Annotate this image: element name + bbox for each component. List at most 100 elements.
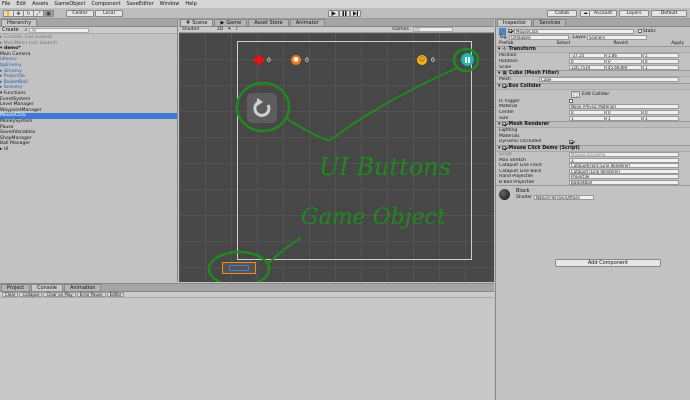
layers-dropdown[interactable]: Layers	[619, 10, 649, 17]
edit-collider-button[interactable]: ⛶	[571, 90, 580, 98]
tab-inspector[interactable]: Inspector	[497, 19, 533, 26]
gizmos-dropdown[interactable]: Gizmos	[392, 27, 409, 32]
pause-icon	[342, 11, 347, 16]
console-tabbar: Project Console Animation	[0, 284, 494, 292]
2d-toggle[interactable]: 2D	[217, 27, 223, 32]
play-button[interactable]	[328, 10, 339, 17]
mesh-field[interactable]: Cube	[539, 77, 679, 83]
ball-projectile-field[interactable]: BasketBall	[569, 179, 679, 185]
pivot-center-button[interactable]: Center	[66, 10, 94, 17]
box-collider-enabled-checkbox[interactable]	[502, 84, 507, 89]
menu-window[interactable]: Window	[160, 1, 180, 7]
material-label: Material	[499, 104, 518, 110]
menu-help[interactable]: Help	[185, 1, 196, 7]
dynamic-occluded-checkbox[interactable]	[569, 139, 573, 144]
prefab-select-button[interactable]: Select	[556, 41, 570, 46]
tab-animation[interactable]: Animation	[63, 284, 102, 291]
mesh-filter-header[interactable]: ▾ ▦ Cube (Mesh Filter)	[496, 69, 690, 77]
scene-viewport[interactable]: 0 ● 0 ☺ 0 UI Buttons Game Object	[179, 33, 494, 282]
rotation-y-field[interactable]: 0	[606, 59, 642, 65]
hand-projectile-field[interactable]: Projectile	[569, 174, 679, 180]
center-x-field[interactable]: 0	[569, 110, 605, 116]
shading-dropdown[interactable]: Shaded	[182, 27, 199, 32]
mesh-renderer-enabled-checkbox[interactable]	[502, 122, 507, 127]
center-z-field[interactable]: 0	[643, 110, 679, 116]
script-enabled-checkbox[interactable]	[502, 146, 507, 151]
static-checkbox[interactable]	[638, 29, 642, 33]
scale-z-field[interactable]: 1	[643, 64, 679, 70]
material-field[interactable]: None (Physic Material)	[569, 104, 679, 110]
prefab-apply-button[interactable]: Apply	[671, 41, 684, 46]
object-name-field[interactable]: MouseClick	[514, 28, 634, 34]
position-y-field[interactable]: 1.86	[606, 53, 642, 59]
tab-asset-store[interactable]: Asset Store	[248, 19, 289, 26]
position-label: Position	[499, 53, 517, 59]
layout-dropdown[interactable]: Default	[651, 10, 687, 17]
menu-edit[interactable]: Edit	[16, 1, 26, 7]
object-active-checkbox[interactable]	[508, 29, 512, 33]
tab-services[interactable]: Services	[533, 19, 567, 26]
tab-hierarchy[interactable]: Hierarchy	[1, 19, 38, 26]
cube-object-icon	[499, 27, 506, 35]
tab-game[interactable]: ▶ Game	[214, 19, 248, 26]
layer-dropdown[interactable]: Scenery	[587, 35, 647, 41]
scene-search-input[interactable]: All	[412, 27, 453, 32]
position-z-field[interactable]: 1	[643, 53, 679, 59]
material-sphere-icon	[499, 189, 510, 201]
script-header[interactable]: ▾ Mouse Click Demo (Script)	[496, 144, 690, 152]
max-stretch-field[interactable]: 3	[569, 157, 679, 163]
lighting-label: Lighting	[499, 128, 518, 134]
cloud-icon: ☁	[583, 11, 588, 16]
size-z-field[interactable]: 1	[643, 115, 679, 121]
catapult-back-field[interactable]: Catapult (Line Renderer)	[569, 168, 679, 174]
ui-arrow-left	[286, 118, 330, 142]
rotation-x-field[interactable]: 0	[569, 59, 605, 65]
clear-button[interactable]: Clear	[2, 292, 19, 297]
position-x-field[interactable]: -37.14	[569, 53, 605, 59]
catapult-front-field[interactable]: CatapultFront (Line Renderer)	[569, 163, 679, 169]
mesh-filter-title: Cube (Mesh Filter)	[508, 70, 560, 76]
editor-dropdown[interactable]: Editor	[106, 292, 125, 297]
collab-dropdown[interactable]: Collab	[547, 10, 577, 17]
mesh-renderer-header[interactable]: ▾ Mesh Renderer	[496, 120, 690, 128]
menu-file[interactable]: File	[2, 1, 10, 7]
tab-project[interactable]: Project	[1, 284, 31, 291]
size-y-field[interactable]: 1	[606, 115, 642, 121]
error-pause-button[interactable]: Error Pause	[76, 292, 106, 297]
clear-on-play-button[interactable]: Clear on Play	[43, 292, 76, 297]
console-log-area[interactable]	[0, 298, 494, 400]
lighting-toggle-icon[interactable]: ☀	[227, 27, 231, 32]
tab-console[interactable]: Console	[31, 284, 63, 291]
rotation-z-field[interactable]: 0	[643, 59, 679, 65]
pause-button[interactable]	[339, 10, 350, 17]
account-dropdown[interactable]: Account	[589, 10, 617, 17]
hierarchy-row[interactable]: ▸ UI	[0, 147, 177, 153]
collapse-button[interactable]: Collapse	[19, 292, 43, 297]
transform-header[interactable]: ▾ ⊹ Transform	[496, 46, 690, 54]
add-component-button[interactable]: Add Component	[555, 259, 661, 267]
scale-x-field[interactable]: 126.7519	[569, 64, 605, 70]
is-trigger-checkbox[interactable]	[569, 99, 573, 104]
shader-dropdown[interactable]: Nature/Terrain/Diffuse	[534, 195, 594, 201]
space-local-button[interactable]: Local	[95, 10, 123, 17]
prefab-revert-button[interactable]: Revert	[613, 41, 628, 46]
box-collider-header[interactable]: ▾ Box Collider	[496, 82, 690, 90]
account-label: Account	[593, 11, 613, 16]
center-y-field[interactable]: 0	[606, 110, 642, 116]
scale-y-field[interactable]: 45.69369	[606, 64, 642, 70]
rect-tool-icon[interactable]: ▣	[43, 10, 54, 17]
audio-toggle-icon[interactable]: ♪	[235, 27, 238, 32]
menu-gameobject[interactable]: GameObject	[54, 1, 85, 7]
layer-label: Layer	[573, 35, 586, 41]
hierarchy-search-input[interactable]: All	[29, 27, 90, 33]
menu-assets[interactable]: Assets	[32, 1, 48, 7]
menu-saveeditor[interactable]: SaveEditor	[127, 1, 154, 7]
tab-scene[interactable]: # Scene	[180, 19, 214, 26]
size-x-field[interactable]: 1	[569, 115, 605, 121]
tag-dropdown[interactable]: Untagged	[509, 35, 569, 41]
menu-component[interactable]: Component	[92, 1, 121, 7]
create-dropdown[interactable]: Create	[2, 27, 19, 33]
script-title: Mouse Click Demo (Script)	[508, 145, 580, 151]
tab-animator[interactable]: Animator	[289, 19, 325, 26]
step-button[interactable]	[350, 10, 361, 17]
